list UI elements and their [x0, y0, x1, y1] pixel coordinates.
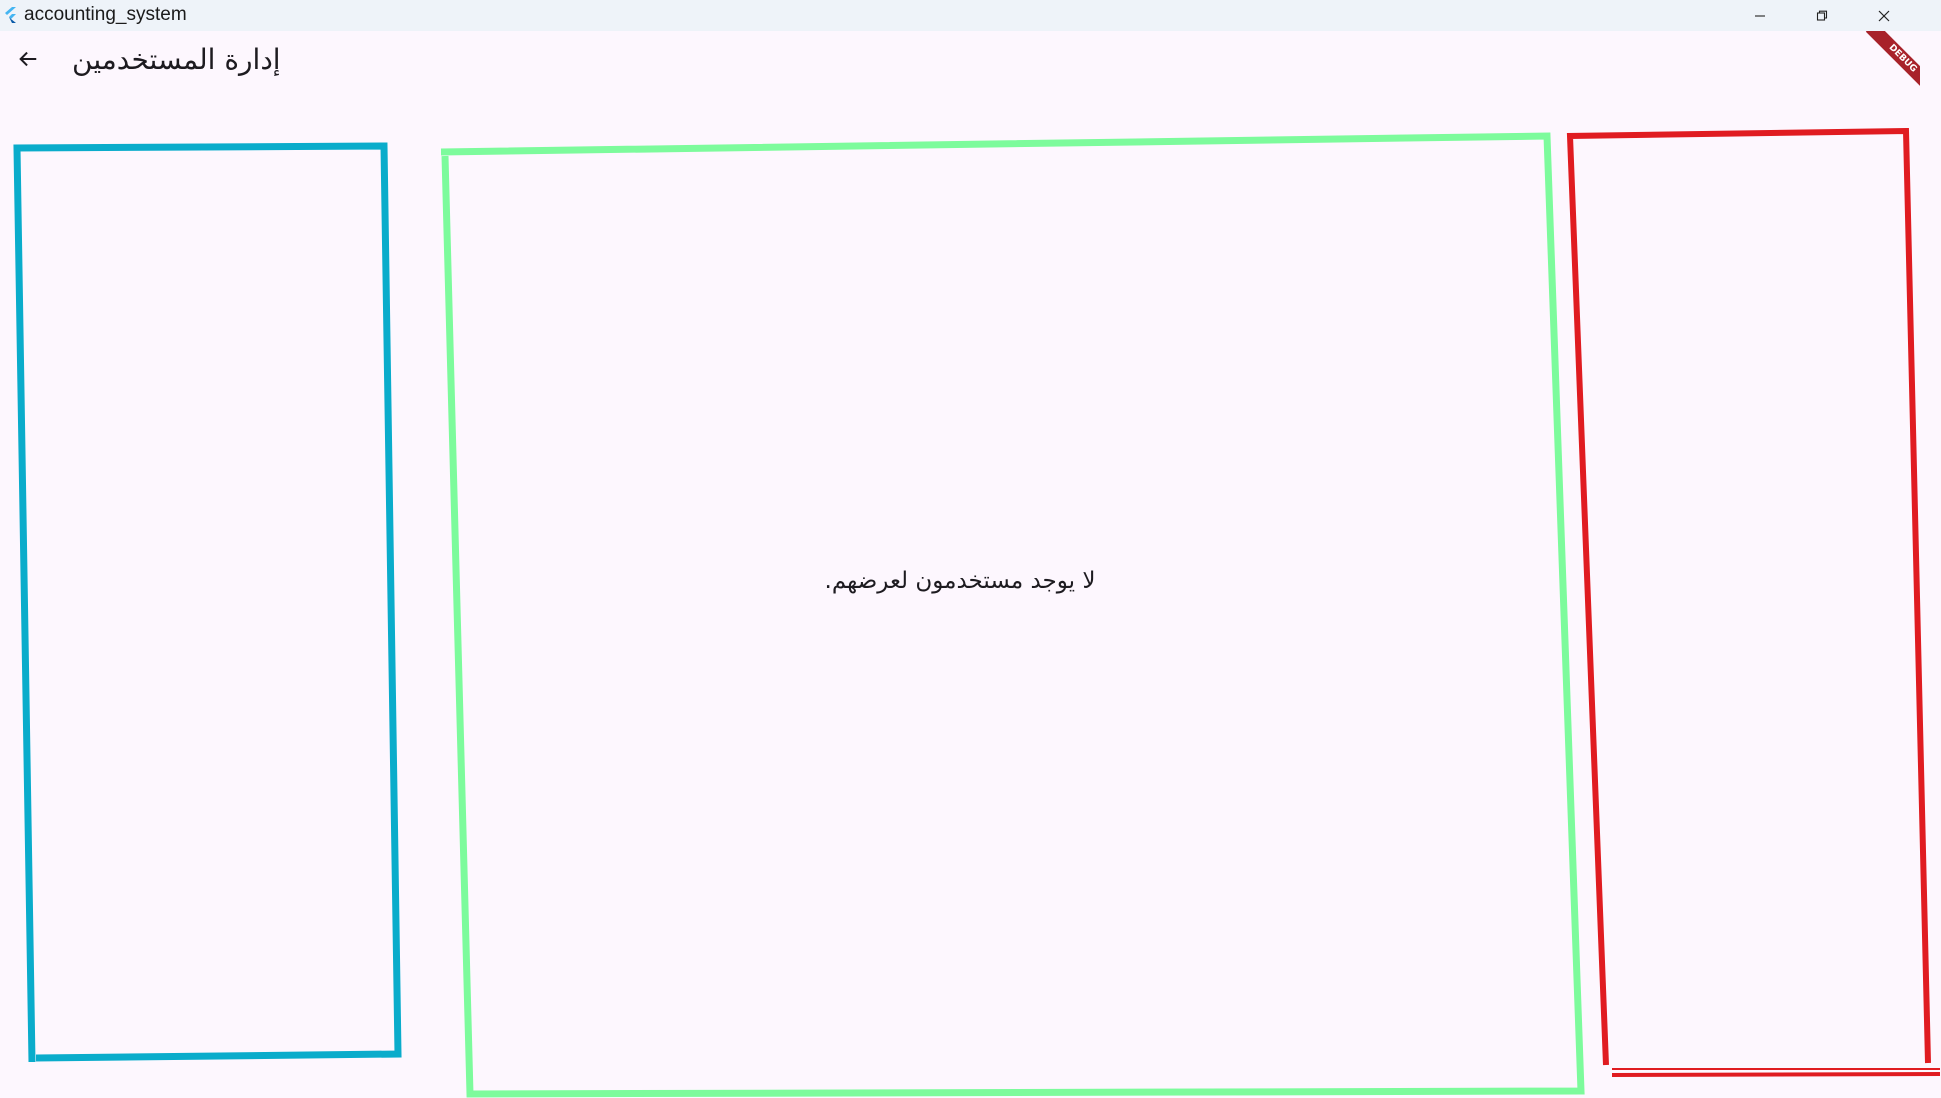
app-window: accounting_system إدارة المستخدمين DEBUG… — [0, 0, 1941, 1098]
arrow-back-icon — [19, 51, 37, 67]
restore-button[interactable] — [1791, 0, 1853, 31]
outline-center-panel — [440, 132, 1585, 1098]
app-bar: إدارة المستخدمين — [0, 31, 1920, 97]
window-titlebar[interactable]: accounting_system — [0, 0, 1941, 31]
empty-users-message: لا يوجد مستخدمون لعرضهم. — [824, 568, 1096, 594]
close-icon — [1878, 10, 1890, 21]
flutter-logo-icon — [5, 7, 16, 23]
annotation-outlines — [13, 127, 1941, 1098]
outline-right-panel — [1566, 127, 1941, 1077]
minimize-icon — [1755, 14, 1765, 17]
minimize-button[interactable] — [1729, 0, 1791, 31]
window-title: accounting_system — [24, 4, 187, 25]
outline-left-panel — [13, 142, 402, 1063]
back-button[interactable] — [10, 41, 46, 77]
page-title: إدارة المستخدمين — [72, 43, 281, 76]
restore-icon — [1816, 10, 1828, 21]
close-button[interactable] — [1853, 0, 1915, 31]
